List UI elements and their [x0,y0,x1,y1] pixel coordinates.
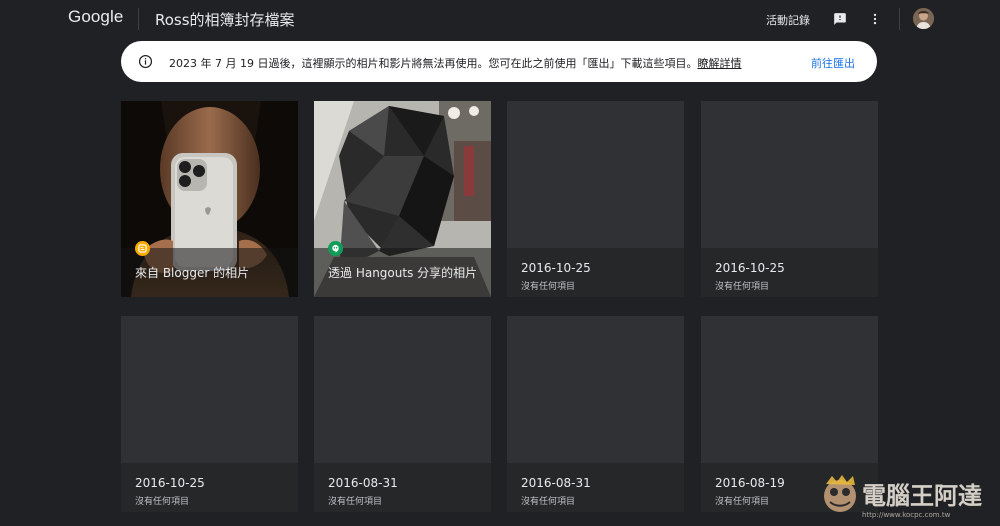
album-caption: 2016-08-31 沒有任何項目 [314,463,491,512]
album-caption: 2016-08-31 沒有任何項目 [507,463,684,512]
album-thumbnail [701,101,878,248]
album-card[interactable]: 2016-10-25 沒有任何項目 [701,101,878,297]
blogger-icon [135,241,150,256]
album-caption: 2016-10-25 沒有任何項目 [507,248,684,297]
account-avatar[interactable] [913,8,934,29]
album-subtitle: 沒有任何項目 [521,497,576,507]
more-vert-icon[interactable] [866,10,884,28]
album-title: 2016-10-25 [521,261,591,275]
album-title: 透過 Hangouts 分享的相片 [328,266,478,280]
album-title: 2016-10-25 [715,261,785,275]
album-title: 來自 Blogger 的相片 [135,266,250,280]
album-title: 2016-10-25 [135,476,205,490]
album-caption: 透過 Hangouts 分享的相片 [314,241,491,297]
top-app-bar: Google Ross的相簿封存檔案 活動記錄 [0,0,1000,38]
album-thumbnail [121,316,298,463]
album-card[interactable]: 2016-08-31 沒有任何項目 [314,316,491,512]
album-thumbnail [701,316,878,463]
album-card[interactable]: 2016-10-25 沒有任何項目 [507,101,684,297]
album-card-blogger[interactable]: 來自 Blogger 的相片 [121,101,298,297]
hangouts-icon [328,241,343,256]
album-card[interactable]: 2016-08-31 沒有任何項目 [507,316,684,512]
google-logo[interactable]: Google [68,7,123,27]
site-watermark-logo: 電腦王阿達 http://www.kocpc.com.tw [818,470,993,520]
watermark-name: 電腦王阿達 [862,482,982,510]
album-title: 2016-08-31 [328,476,398,490]
deprecation-banner: 2023 年 7 月 19 日過後，這裡顯示的相片和影片將無法再使用。您可在此之… [121,41,877,82]
page-title: Ross的相簿封存檔案 [155,11,295,29]
feedback-icon[interactable] [831,10,849,28]
album-thumbnail [507,101,684,248]
learn-more-link[interactable]: 瞭解詳情 [697,57,741,70]
album-caption: 2016-10-25 沒有任何項目 [701,248,878,297]
info-icon [138,54,153,73]
album-subtitle: 沒有任何項目 [715,497,770,507]
album-title: 2016-08-19 [715,476,785,490]
activity-log-link[interactable]: 活動記錄 [766,12,810,28]
album-caption: 2016-10-25 沒有任何項目 [121,463,298,512]
banner-message-text: 2023 年 7 月 19 日過後，這裡顯示的相片和影片將無法再使用。您可在此之… [169,57,698,70]
album-card[interactable]: 2016-10-25 沒有任何項目 [121,316,298,512]
album-subtitle: 沒有任何項目 [715,282,770,292]
album-subtitle: 沒有任何項目 [521,282,576,292]
album-card-hangouts[interactable]: 透過 Hangouts 分享的相片 [314,101,491,297]
album-subtitle: 沒有任何項目 [135,497,190,507]
header-divider-right [899,8,900,30]
album-caption: 來自 Blogger 的相片 [121,241,298,297]
go-to-export-button[interactable]: 前往匯出 [811,55,855,71]
header-divider [138,8,139,30]
album-title: 2016-08-31 [521,476,591,490]
banner-message: 2023 年 7 月 19 日過後，這裡顯示的相片和影片將無法再使用。您可在此之… [169,55,741,71]
album-subtitle: 沒有任何項目 [328,497,383,507]
watermark-url: http://www.kocpc.com.tw [862,511,951,519]
album-thumbnail [314,316,491,463]
album-thumbnail [507,316,684,463]
